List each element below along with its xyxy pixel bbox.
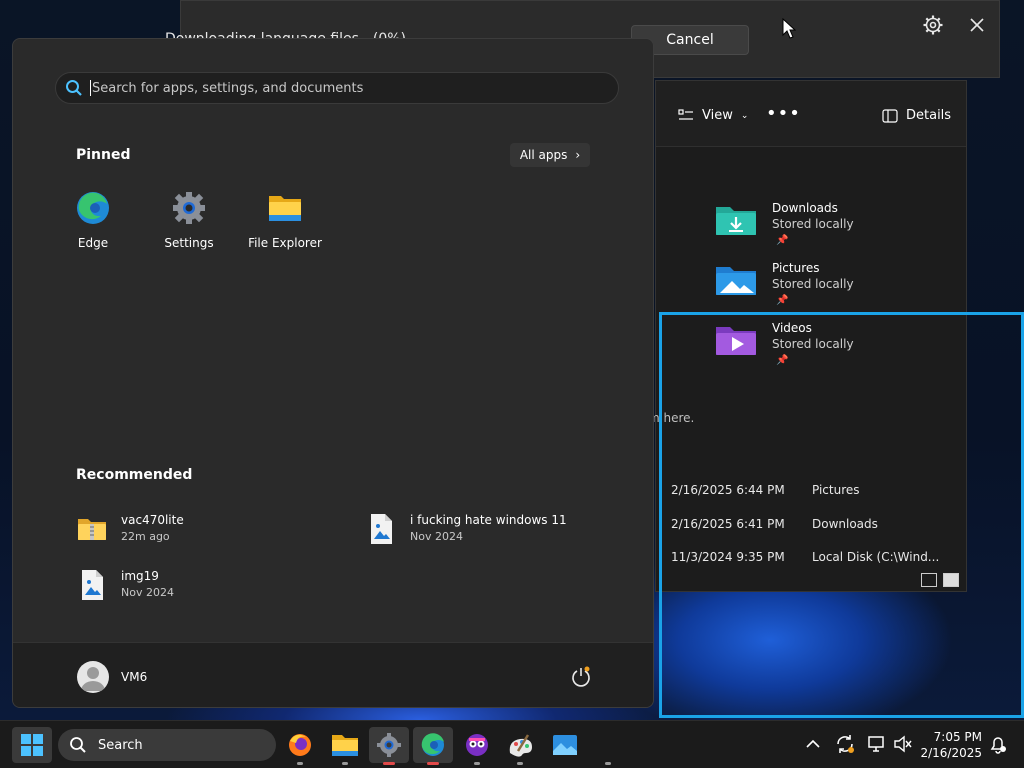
taskbar-paint[interactable] [500,727,540,765]
text-caret [90,80,91,96]
spy-app-icon [466,734,488,756]
running-indicator [605,762,611,765]
chevron-right-icon: › [575,148,581,162]
search-icon [70,737,86,753]
quick-access-pictures[interactable]: Pictures Stored locally 📌 [714,261,954,317]
user-icon [81,667,105,691]
recommended-item[interactable]: i fucking hate windows 11 Nov 2024 [366,513,567,545]
running-indicator [342,762,348,765]
notification-bell-icon[interactable] [987,733,1009,755]
file-explorer-icon [332,735,358,756]
search-icon [66,80,82,96]
file-explorer-icon [269,196,301,221]
all-apps-button[interactable]: All apps › [510,143,590,167]
downloads-folder-icon [716,207,756,235]
volume-muted-icon[interactable] [892,733,914,755]
start-search-box[interactable] [55,72,619,104]
start-menu: Pinned All apps › Edge Settings [12,38,654,708]
app-label: Settings [164,236,214,250]
settings-gear-icon [173,192,205,224]
pinned-app-file-explorer[interactable]: File Explorer [240,190,330,250]
recommended-time: 22m ago [121,530,170,543]
view-label: View [702,108,733,123]
selection-highlight [659,312,1024,718]
folder-status: Stored locally [772,277,854,291]
recommended-item[interactable]: img19 Nov 2024 [77,569,174,601]
edge-icon [421,733,444,756]
taskbar-firefox[interactable] [280,727,320,765]
taskbar-spy-app[interactable] [457,727,497,765]
pictures-folder-icon [716,267,756,295]
sync-update-icon[interactable] [834,733,856,755]
details-label: Details [906,108,952,123]
settings-gear-icon[interactable] [921,13,945,37]
paint-icon [509,734,532,757]
chevron-up-icon[interactable] [802,733,824,755]
recommended-time: Nov 2024 [121,586,174,599]
running-indicator [383,762,395,765]
recommended-item[interactable]: vac470lite 22m ago [77,513,184,545]
running-indicator [297,762,303,765]
explorer-toolbar: View ⌄ ••• Details [656,81,966,147]
zip-folder-icon [78,519,106,540]
start-button[interactable] [12,727,52,763]
power-icon[interactable] [569,665,593,689]
quick-access-downloads[interactable]: Downloads Stored locally 📌 [714,201,954,257]
folder-name: Pictures [772,261,820,275]
running-indicator [427,762,439,765]
taskbar-photos[interactable] [545,727,611,765]
pin-icon: 📌 [776,235,789,246]
firefox-icon [289,734,311,756]
more-options-button[interactable]: ••• [766,103,801,124]
app-label: File Explorer [248,236,322,250]
running-indicator [474,762,480,765]
recommended-time: Nov 2024 [410,530,463,543]
pinned-heading: Pinned [76,147,131,163]
chevron-down-icon: ⌄ [740,110,749,121]
taskbar-search-label: Search [98,737,143,753]
pinned-app-edge[interactable]: Edge [48,190,138,250]
all-apps-label: All apps [519,148,568,162]
clock-date: 2/16/2025 [920,746,982,760]
system-clock[interactable]: 7:05 PM 2/16/2025 [918,729,982,761]
details-pane-icon [882,108,898,123]
recommended-name: img19 [121,569,159,583]
start-search-input[interactable] [92,80,592,96]
photos-icon [553,735,577,755]
user-name[interactable]: VM6 [121,670,147,684]
start-user-bar: VM6 [13,642,653,707]
app-label: Edge [77,236,109,250]
taskbar-edge[interactable] [413,727,453,765]
clock-time: 7:05 PM [933,730,982,744]
close-icon[interactable] [965,13,989,37]
recommended-name: i fucking hate windows 11 [410,513,567,527]
image-file-icon [82,570,103,600]
settings-icon [377,733,401,757]
edge-icon [77,192,109,224]
avatar[interactable] [77,661,109,693]
view-button[interactable]: View ⌄ [678,108,748,123]
pin-icon: 📌 [776,295,789,306]
view-list-icon [678,108,693,120]
recommended-heading: Recommended [76,467,193,483]
recommended-name: vac470lite [121,513,184,527]
folder-status: Stored locally [772,217,854,231]
running-indicator [517,762,523,765]
taskbar-settings[interactable] [369,727,409,765]
folder-name: Downloads [772,201,838,215]
taskbar-search[interactable]: Search [58,729,276,761]
taskbar-file-explorer[interactable] [325,727,365,765]
taskbar: Search 7:05 PM 2/16/2025 [0,720,1024,768]
mouse-cursor-icon [782,18,796,39]
network-icon[interactable] [866,733,888,755]
windows-logo-icon [21,734,43,756]
details-pane-button[interactable]: Details [882,108,951,123]
image-file-icon [371,514,392,544]
pinned-app-settings[interactable]: Settings [144,190,234,250]
